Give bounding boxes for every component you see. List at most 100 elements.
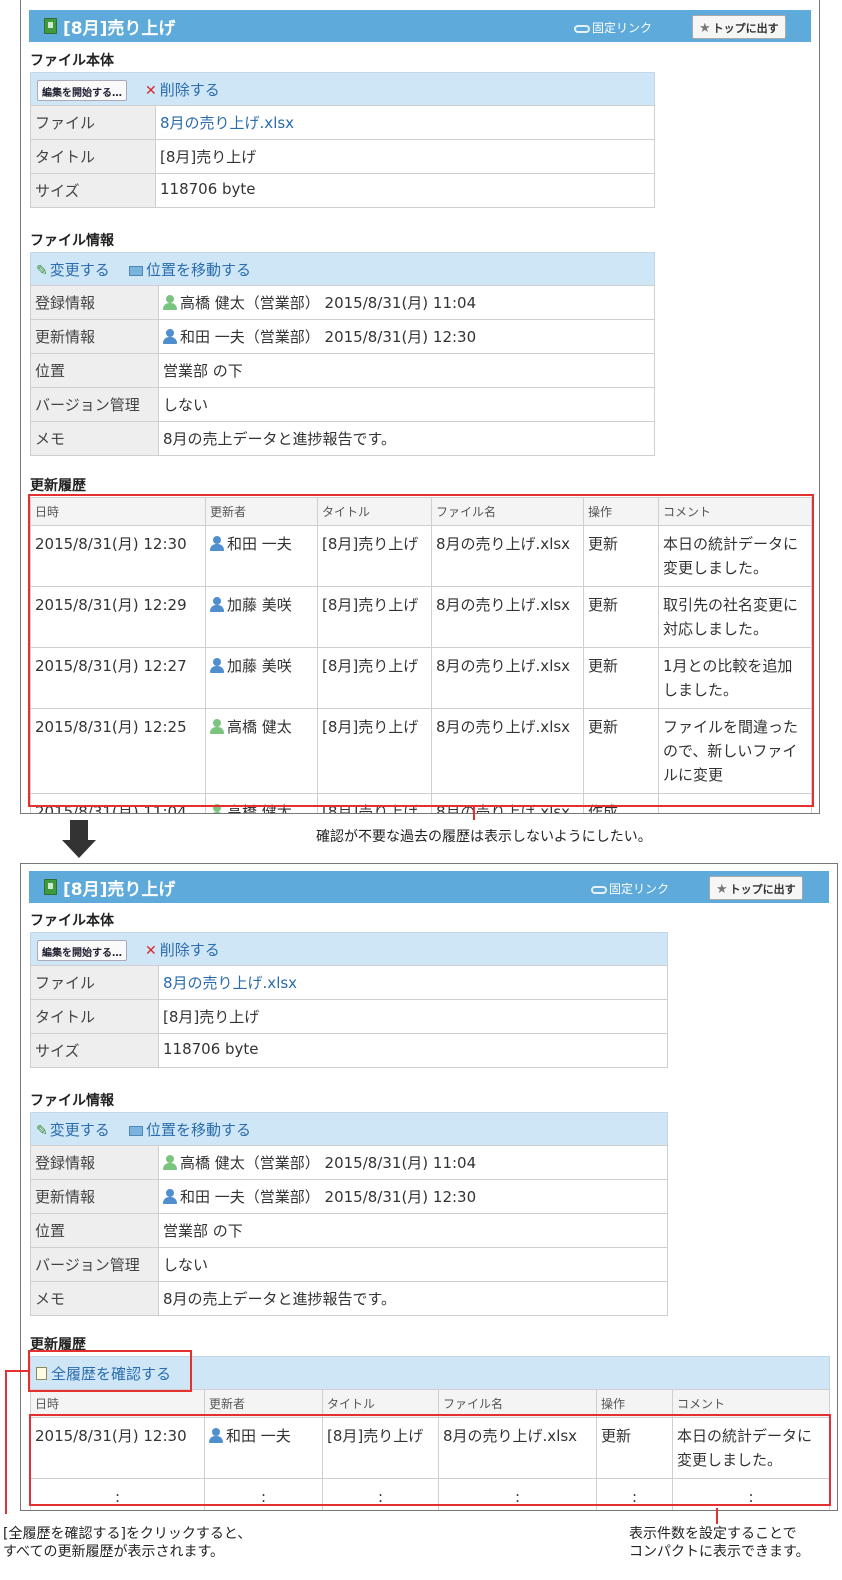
folder-icon [129,266,143,276]
note-line: すべての更新履歴が表示されます。 [3,1544,225,1560]
page-title: [8月]売り上げ [63,880,176,900]
table-row: タイトル [8月]売り上げ [30,139,655,174]
updated-value: 和田 一夫（営業部） 2015/8/31(月) 12:30 [180,1188,477,1206]
file-detail-panel-after: [8月]売り上げ 固定リンク ★ トップに出す ファイル本体 編集を開始する… ✕… [20,863,838,1511]
annotation-note-top: 確認が不要な過去の履歴は表示しないようにしたい。 [316,829,652,845]
callout-line [716,1508,718,1524]
delete-link[interactable]: ✕ 削除する [145,939,220,960]
table-row: 更新情報 和田 一夫（営業部） 2015/8/31(月) 12:30 [30,1179,668,1214]
updated-label: 更新情報 [30,1179,159,1214]
table-row: 更新情報 和田 一夫（営業部） 2015/8/31(月) 12:30 [30,319,655,354]
file-title-bar: [8月]売り上げ 固定リンク ★ トップに出す [29,10,811,42]
updated-value: 和田 一夫（営業部） 2015/8/31(月) 12:30 [180,328,477,346]
change-link[interactable]: ✎ 変更する [36,259,110,280]
size-value: 118706 byte [158,1033,668,1068]
location-label: 位置 [30,353,159,388]
registered-value: 高橋 健太（営業部） 2015/8/31(月) 11:04 [180,1154,477,1172]
version-label: バージョン管理 [30,387,159,422]
file-body-toolbar: 編集を開始する… ✕ 削除する [30,932,668,966]
annotation-note-right: 表示件数を設定することで コンパクトに表示できます。 [629,1525,810,1561]
permalink-link[interactable]: 固定リンク [591,880,669,897]
link-icon [591,885,607,894]
user-icon [163,1155,177,1170]
change-link[interactable]: ✎ 変更する [36,1119,110,1140]
file-info-table: 登録情報 高橋 健太（営業部） 2015/8/31(月) 11:04 更新情報 和田… [30,285,655,456]
file-label: ファイル [30,105,156,140]
file-detail-panel-before: [8月]売り上げ 固定リンク ★ トップに出す ファイル本体 編集を開始する… ✕… [20,0,820,814]
show-on-top-label: トップに出す [729,883,796,896]
updated-value-cell: 和田 一夫（営業部） 2015/8/31(月) 12:30 [158,1179,668,1214]
table-row: メモ 8月の売上データと進捗報告です。 [30,1281,668,1316]
start-edit-button[interactable]: 編集を開始する… [37,940,127,961]
show-on-top-button[interactable]: ★ トップに出す [709,876,803,900]
updated-label: 更新情報 [30,319,159,354]
note-line: コンパクトに表示できます。 [629,1544,810,1560]
start-edit-button[interactable]: 編集を開始する… [37,80,127,101]
callout-line [473,806,475,820]
location-value: 営業部 の下 [158,1213,668,1248]
move-location-link[interactable]: 位置を移動する [129,259,251,280]
file-info-table: 登録情報 高橋 健太（営業部） 2015/8/31(月) 11:04 更新情報 和田… [30,1145,668,1316]
file-download-link[interactable]: 8月の売り上げ.xlsx [163,974,297,992]
location-label: 位置 [30,1213,159,1248]
registered-label: 登録情報 [30,1145,159,1180]
file-download-link[interactable]: 8月の売り上げ.xlsx [160,114,294,132]
file-value-cell: 8月の売り上げ.xlsx [155,105,655,140]
file-body-toolbar: 編集を開始する… ✕ 削除する [30,72,655,106]
title-value: [8月]売り上げ [155,139,655,174]
file-label: ファイル [30,965,159,1000]
updated-value-cell: 和田 一夫（営業部） 2015/8/31(月) 12:30 [158,319,655,354]
delete-link[interactable]: ✕ 削除する [145,79,220,100]
link-icon [574,24,590,33]
table-row: タイトル [8月]売り上げ [30,999,668,1034]
file-info-heading: ファイル情報 [30,233,114,249]
star-icon: ★ [699,21,711,36]
version-value: しない [158,387,655,422]
user-icon [163,329,177,344]
table-row: サイズ 118706 byte [30,173,655,208]
file-info-heading: ファイル情報 [30,1093,114,1109]
note-line: 表示件数を設定することで [629,1526,797,1542]
table-row: 位置 営業部 の下 [30,353,655,388]
permalink-label: 固定リンク [592,21,653,35]
table-row: ファイル 8月の売り上げ.xlsx [30,105,655,140]
file-value-cell: 8月の売り上げ.xlsx [158,965,668,1000]
file-body-heading: ファイル本体 [30,53,114,69]
table-row: ファイル 8月の売り上げ.xlsx [30,965,668,1000]
file-icon [44,18,57,34]
change-label: 変更する [49,1121,110,1139]
file-body-table: ファイル 8月の売り上げ.xlsx タイトル [8月]売り上げ サイズ 118706 … [30,965,668,1068]
history-heading: 更新履歴 [30,478,86,494]
move-location-link[interactable]: 位置を移動する [129,1119,251,1140]
change-label: 変更する [49,261,110,279]
file-body-table: ファイル 8月の売り上げ.xlsx タイトル [8月]売り上げ サイズ 118706 … [30,105,655,208]
delete-label: 削除する [159,941,220,959]
delete-x-icon: ✕ [145,83,157,99]
size-label: サイズ [30,1033,159,1068]
table-row: 位置 営業部 の下 [30,1213,668,1248]
memo-label: メモ [30,1281,159,1316]
permalink-link[interactable]: 固定リンク [574,19,652,36]
table-row: バージョン管理 しない [30,1247,668,1282]
title-label: タイトル [30,999,159,1034]
rows-highlight-box [29,1414,831,1506]
table-row: バージョン管理 しない [30,387,655,422]
registered-label: 登録情報 [30,285,159,320]
show-on-top-button[interactable]: ★ トップに出す [692,15,786,39]
version-value: しない [158,1247,668,1282]
history-highlight-box [28,494,814,807]
folder-icon [129,1126,143,1136]
table-row: 登録情報 高橋 健太（営業部） 2015/8/31(月) 11:04 [30,1145,668,1180]
file-info-toolbar: ✎ 変更する 位置を移動する [30,252,655,286]
delete-label: 削除する [159,81,220,99]
star-icon: ★ [716,882,728,897]
permalink-label: 固定リンク [609,882,670,896]
memo-value: 8月の売上データと進捗報告です。 [158,1281,668,1316]
callout-line [5,1370,7,1514]
annotation-note-left: [全履歴を確認する]をクリックすると、 すべての更新履歴が表示されます。 [3,1525,251,1561]
size-label: サイズ [30,173,156,208]
location-value: 営業部 の下 [158,353,655,388]
callout-line [5,1370,29,1372]
pencil-icon: ✎ [36,1123,48,1139]
registered-value: 高橋 健太（営業部） 2015/8/31(月) 11:04 [180,294,477,312]
